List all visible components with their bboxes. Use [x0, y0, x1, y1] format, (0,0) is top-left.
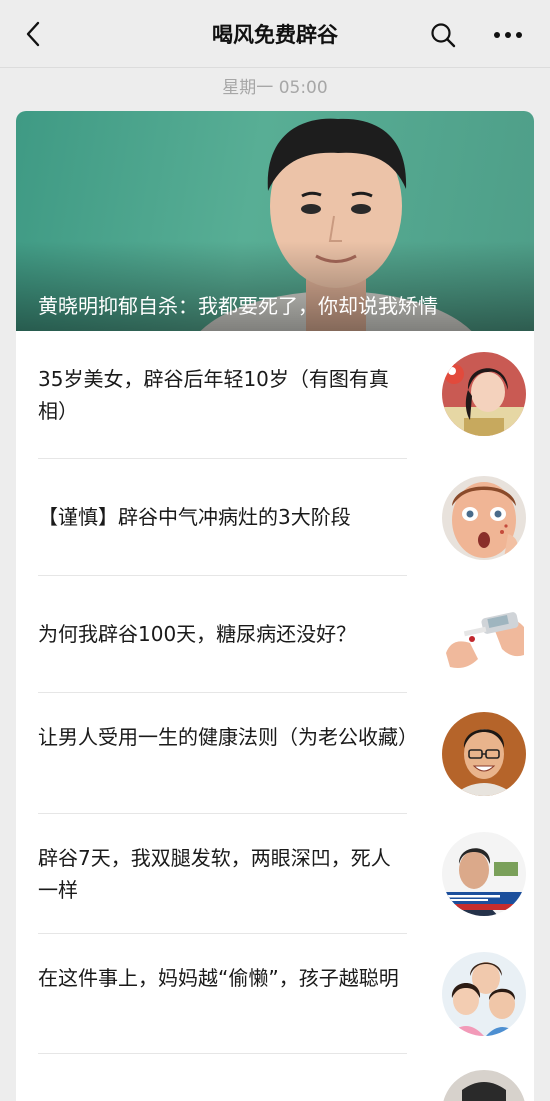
article-thumbnail [442, 352, 526, 436]
surprised-woman-icon [442, 476, 526, 560]
page-title: 喝风免费辟谷 [212, 23, 338, 47]
article-thumbnail [442, 712, 526, 796]
article-thumbnail [442, 1070, 526, 1101]
mother-children-icon [442, 952, 526, 1036]
article-item[interactable]: 让男人受用一生的健康法则（为老公收藏） [38, 693, 526, 814]
article-thumbnail [442, 952, 526, 1036]
navigation-bar: 喝风免费辟谷 [0, 0, 550, 68]
search-button[interactable] [426, 18, 460, 52]
article-title: 【谨慎】辟谷中气冲病灶的3大阶段 [38, 505, 351, 529]
article-thumbnail [442, 832, 526, 916]
article-thumbnail [442, 476, 526, 560]
tv-news-man-icon [442, 832, 526, 916]
article-title: 辟谷7天，我双腿发软，两眼深凹，死人一样 [38, 846, 391, 902]
article-thumbnail [442, 593, 526, 677]
article-item[interactable] [38, 1054, 526, 1101]
smiling-man-icon [442, 712, 526, 796]
woman-avatar-icon [442, 352, 526, 436]
search-icon [431, 23, 456, 48]
more-dots-icon [494, 32, 522, 38]
article-card: 黄晓明抑郁自杀：我都要死了，你却说我矫情 35岁美女，辟谷后年轻10岁（有图有真… [16, 111, 534, 1101]
article-item[interactable]: 在这件事上，妈妈越“偷懒”，孩子越聪明 [38, 934, 526, 1054]
article-thumb-partial-icon [442, 1070, 526, 1101]
article-item[interactable]: 35岁美女，辟谷后年轻10岁（有图有真相） [38, 331, 526, 459]
glucose-meter-icon [442, 593, 526, 677]
article-item[interactable]: 辟谷7天，我双腿发软，两眼深凹，死人一样 [38, 814, 526, 934]
article-title: 为何我辟谷100天，糖尿病还没好？ [38, 622, 357, 646]
article-item[interactable]: 【谨慎】辟谷中气冲病灶的3大阶段 [38, 459, 526, 576]
more-button[interactable] [490, 18, 526, 52]
article-item[interactable]: 为何我辟谷100天，糖尿病还没好？ [38, 576, 526, 693]
hero-article[interactable]: 黄晓明抑郁自杀：我都要死了，你却说我矫情 [16, 111, 534, 331]
article-title: 在这件事上，妈妈越“偷懒”，孩子越聪明 [38, 966, 399, 990]
message-timestamp: 星期一 05:00 [222, 78, 328, 98]
article-title: 让男人受用一生的健康法则（为老公收藏） [38, 725, 418, 749]
article-title: 35岁美女，辟谷后年轻10岁（有图有真相） [38, 367, 389, 423]
hero-title: 黄晓明抑郁自杀：我都要死了，你却说我矫情 [38, 294, 438, 318]
